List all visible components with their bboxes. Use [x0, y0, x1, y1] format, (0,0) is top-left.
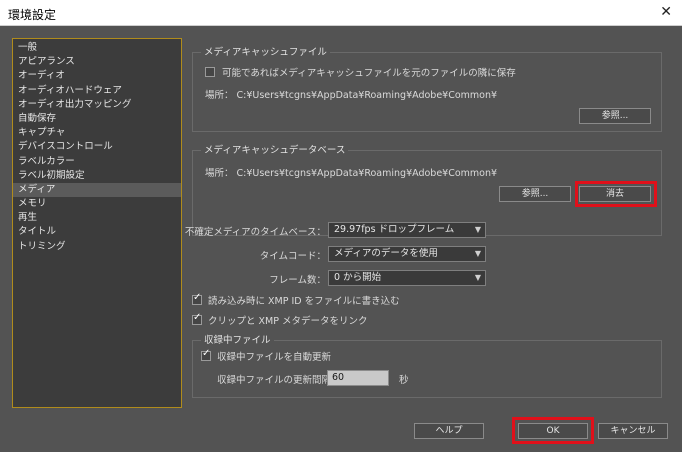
timebase-select[interactable]: 29.97fps ドロップフレーム ▼: [328, 222, 486, 238]
xmp-link-option[interactable]: クリップと XMP メタデータをリンク: [192, 312, 368, 327]
timecode-label: タイムコード：: [259, 251, 326, 262]
chevron-down-icon: ▼: [474, 249, 481, 258]
cache-beside-originals-label: 可能であればメディアキャッシュファイルを元のファイルの隣に保存: [222, 68, 516, 79]
chevron-down-icon: ▼: [474, 273, 481, 282]
xmp-write-checkbox[interactable]: [192, 292, 202, 305]
sidebar-item[interactable]: タイトル: [13, 225, 181, 239]
sidebar-item[interactable]: キャプチャ: [13, 126, 181, 140]
xmp-write-label: 読み込み時に XMP ID をファイルに書き込む: [208, 296, 400, 307]
cancel-button[interactable]: キャンセル: [598, 423, 668, 439]
auto-refresh-label: 収録中ファイルを自動更新: [217, 352, 332, 363]
chevron-down-icon: ▼: [474, 225, 481, 234]
auto-refresh-checkbox[interactable]: [201, 348, 211, 361]
help-button[interactable]: ヘルプ: [414, 423, 484, 439]
xmp-link-label: クリップと XMP メタデータをリンク: [208, 316, 368, 327]
sidebar-item[interactable]: トリミング: [13, 240, 181, 254]
xmp-write-option[interactable]: 読み込み時に XMP ID をファイルに書き込む: [192, 292, 400, 307]
timebase-value: 29.97fps ドロップフレーム: [334, 224, 455, 235]
sidebar-item[interactable]: ラベルカラー: [13, 155, 181, 169]
sidebar-item[interactable]: 再生: [13, 211, 181, 225]
close-icon[interactable]: ✕: [660, 4, 672, 20]
sidebar-item[interactable]: メモリ: [13, 197, 181, 211]
refresh-interval-label: 収録中ファイルの更新間隔: [217, 375, 332, 386]
xmp-link-checkbox[interactable]: [192, 312, 202, 325]
group-title: メディアキャッシュデータベース: [201, 144, 349, 157]
browse-cache-database-button[interactable]: 参照...: [499, 186, 571, 202]
timecode-value: メディアのデータを使用: [334, 248, 438, 259]
window-title: 環境設定: [8, 8, 57, 22]
cache-database-location: 場所： C:¥Users¥tcgns¥AppData¥Roaming¥Adobe…: [205, 168, 498, 179]
media-cache-files-group: メディアキャッシュファイル 可能であればメディアキャッシュファイルを元のファイル…: [192, 46, 662, 132]
sidebar-item[interactable]: 一般: [13, 41, 181, 55]
group-title: 収録中ファイル: [201, 334, 274, 347]
refresh-interval-unit: 秒: [399, 375, 409, 386]
frame-select[interactable]: 0 から開始 ▼: [328, 270, 486, 286]
browse-cache-files-button[interactable]: 参照...: [579, 108, 651, 124]
timecode-select[interactable]: メディアのデータを使用 ▼: [328, 246, 486, 262]
sidebar-item[interactable]: オーディオ: [13, 69, 181, 83]
cache-beside-originals-checkbox[interactable]: [205, 67, 215, 77]
title-bar: 環境設定 ✕: [0, 0, 682, 26]
frame-value: 0 から開始: [334, 272, 382, 283]
category-list: 一般 アピアランス オーディオ オーディオハードウェア オーディオ出力マッピング 自動保存…: [12, 38, 182, 408]
auto-refresh-option[interactable]: 収録中ファイルを自動更新: [201, 348, 332, 363]
timebase-label: 不確定メディアのタイムベース：: [184, 227, 326, 238]
cache-files-location: 場所： C:¥Users¥tcgns¥AppData¥Roaming¥Adobe…: [205, 90, 498, 101]
sidebar-item[interactable]: ラベル初期設定: [13, 169, 181, 183]
dialog-body: 一般 アピアランス オーディオ オーディオハードウェア オーディオ出力マッピング 自動保存…: [0, 26, 682, 452]
refresh-interval-input[interactable]: 60: [327, 370, 389, 386]
growing-files-group: 収録中ファイル 収録中ファイルを自動更新 収録中ファイルの更新間隔 60 秒: [192, 334, 662, 398]
cache-beside-originals-option[interactable]: 可能であればメディアキャッシュファイルを元のファイルの隣に保存: [205, 65, 516, 79]
clean-button-highlight: [575, 181, 657, 207]
ok-button-highlight: [512, 417, 594, 444]
sidebar-item[interactable]: オーディオ出力マッピング: [13, 98, 181, 112]
group-title: メディアキャッシュファイル: [201, 46, 330, 59]
sidebar-item[interactable]: アピアランス: [13, 55, 181, 69]
sidebar-item[interactable]: デバイスコントロール: [13, 140, 181, 154]
sidebar-item[interactable]: オーディオハードウェア: [13, 84, 181, 98]
sidebar-item[interactable]: 自動保存: [13, 112, 181, 126]
frame-label: フレーム数：: [269, 275, 326, 286]
sidebar-item[interactable]: メディア: [13, 182, 181, 198]
